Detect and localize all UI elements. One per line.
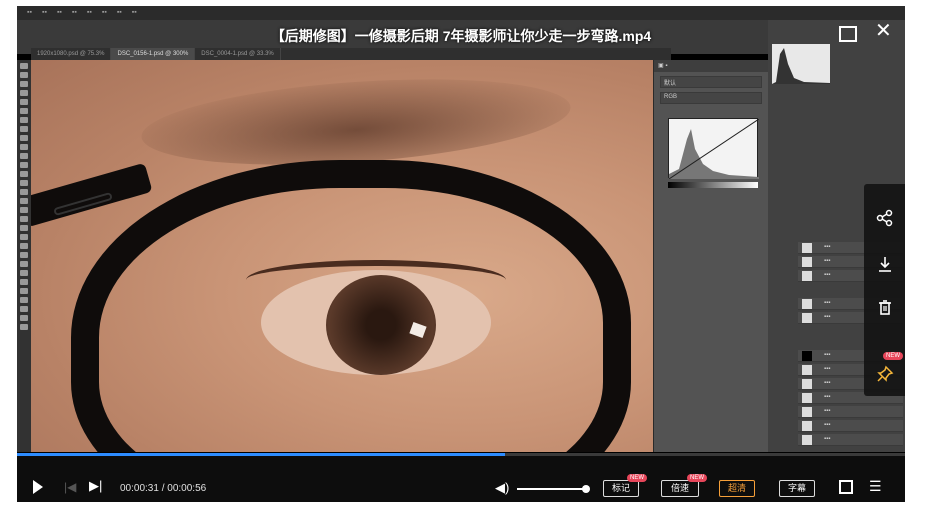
ps-menu-item: ▪▪ (86, 9, 92, 16)
video-player[interactable]: ▪▪ ▪▪ ▪▪ ▪▪ ▪▪ ▪▪ ▪▪ ▪▪ 1920x1080.psd @ … (17, 6, 905, 502)
layer-row: ▪▪▪ (798, 420, 903, 432)
ps-tab: DSC_0004-1.psd @ 33.3% (195, 48, 281, 60)
download-icon[interactable] (864, 244, 905, 284)
skip-forward-icon[interactable]: ▶| (89, 478, 102, 494)
tool-icon (20, 288, 28, 294)
close-icon[interactable]: ✕ (875, 21, 892, 41)
tool-icon (20, 72, 28, 78)
trash-icon[interactable] (864, 288, 905, 328)
curves-histogram-svg (668, 118, 760, 180)
ps-document-tabs: 1920x1080.psd @ 75.3% DSC_0156-1.psd @ 3… (31, 48, 671, 60)
ps-menu-item: ▪▪ (131, 9, 137, 16)
ps-tab-active: DSC_0156-1.psd @ 300% (111, 48, 196, 60)
tool-icon (20, 198, 28, 204)
volume-icon[interactable]: ◀) (495, 480, 509, 496)
fullscreen-icon[interactable] (839, 480, 853, 494)
tool-icon (20, 81, 28, 87)
curves-gradient (668, 182, 758, 188)
tool-icon (20, 171, 28, 177)
pin-icon[interactable] (864, 354, 905, 394)
play-icon[interactable] (33, 480, 43, 494)
video-title: 【后期修图】一修摄影后期 7年摄影师让你少走一步弯路.mp4 (270, 28, 652, 44)
photo-canvas (31, 60, 653, 452)
tool-icon (20, 153, 28, 159)
tool-icon (20, 207, 28, 213)
tool-icon (20, 162, 28, 168)
ps-menubar: ▪▪ ▪▪ ▪▪ ▪▪ ▪▪ ▪▪ ▪▪ ▪▪ (17, 6, 905, 20)
share-icon[interactable] (864, 198, 905, 238)
tool-icon (20, 144, 28, 150)
mark-button[interactable]: 标记 (603, 480, 639, 497)
subtitle-button[interactable]: 字幕 (779, 480, 815, 497)
tool-icon (20, 135, 28, 141)
tool-icon (20, 180, 28, 186)
histogram-svg (772, 48, 830, 84)
volume-knob[interactable] (582, 485, 590, 493)
time-display: 00:00:31 / 00:00:56 (120, 483, 207, 494)
tool-icon (20, 108, 28, 114)
speed-button[interactable]: 倍速 (661, 480, 699, 497)
tool-icon (20, 315, 28, 321)
ps-toolbox (17, 60, 31, 452)
tool-icon (20, 234, 28, 240)
ps-menu-item: ▪▪ (71, 9, 77, 16)
glasses-temple (31, 162, 153, 228)
panel-header: ▣ ▪ (654, 60, 768, 72)
ps-menu-item: ▪▪ (116, 9, 122, 16)
tool-icon (20, 279, 28, 285)
new-badge: NEW (883, 352, 903, 360)
ps-menu-item: ▪▪ (56, 9, 62, 16)
ps-menu-item: ▪▪ (101, 9, 107, 16)
curves-graph (668, 118, 760, 180)
menu-icon[interactable]: ☰ (869, 478, 882, 495)
ps-menu-item: ▪▪ (41, 9, 47, 16)
histogram-panel (772, 44, 830, 84)
tool-icon (20, 270, 28, 276)
quality-button[interactable]: 超清 (719, 480, 755, 497)
tool-icon (20, 261, 28, 267)
side-action-bar (864, 184, 905, 396)
restore-window-icon[interactable] (839, 26, 857, 42)
ps-tab: 1920x1080.psd @ 75.3% (31, 48, 112, 60)
tool-icon (20, 243, 28, 249)
tool-icon (20, 117, 28, 123)
tool-icon (20, 99, 28, 105)
tool-icon (20, 90, 28, 96)
control-bar: |◀ ▶| 00:00:31 / 00:00:56 ◀) 标记 NEW 倍速 N… (17, 456, 905, 502)
tool-icon (20, 306, 28, 312)
tool-icon (20, 225, 28, 231)
tool-icon (20, 63, 28, 69)
curves-channel-select: RGB (660, 92, 762, 104)
curves-properties-panel: ▣ ▪ 默认 RGB (653, 60, 768, 452)
glasses-frame (71, 160, 631, 452)
tool-icon (20, 126, 28, 132)
layer-row: ▪▪▪ (798, 434, 903, 446)
tool-icon (20, 297, 28, 303)
tool-icon (20, 189, 28, 195)
skip-back-icon[interactable]: |◀ (64, 480, 76, 494)
ps-menu-item: ▪▪ (27, 9, 32, 16)
volume-slider[interactable] (517, 488, 585, 490)
tool-icon (20, 216, 28, 222)
layer-row: ▪▪▪ (798, 406, 903, 418)
new-badge: NEW (687, 474, 707, 482)
new-badge: NEW (627, 474, 647, 482)
curves-preset-select: 默认 (660, 76, 762, 88)
tool-icon (20, 324, 28, 330)
tool-icon (20, 252, 28, 258)
